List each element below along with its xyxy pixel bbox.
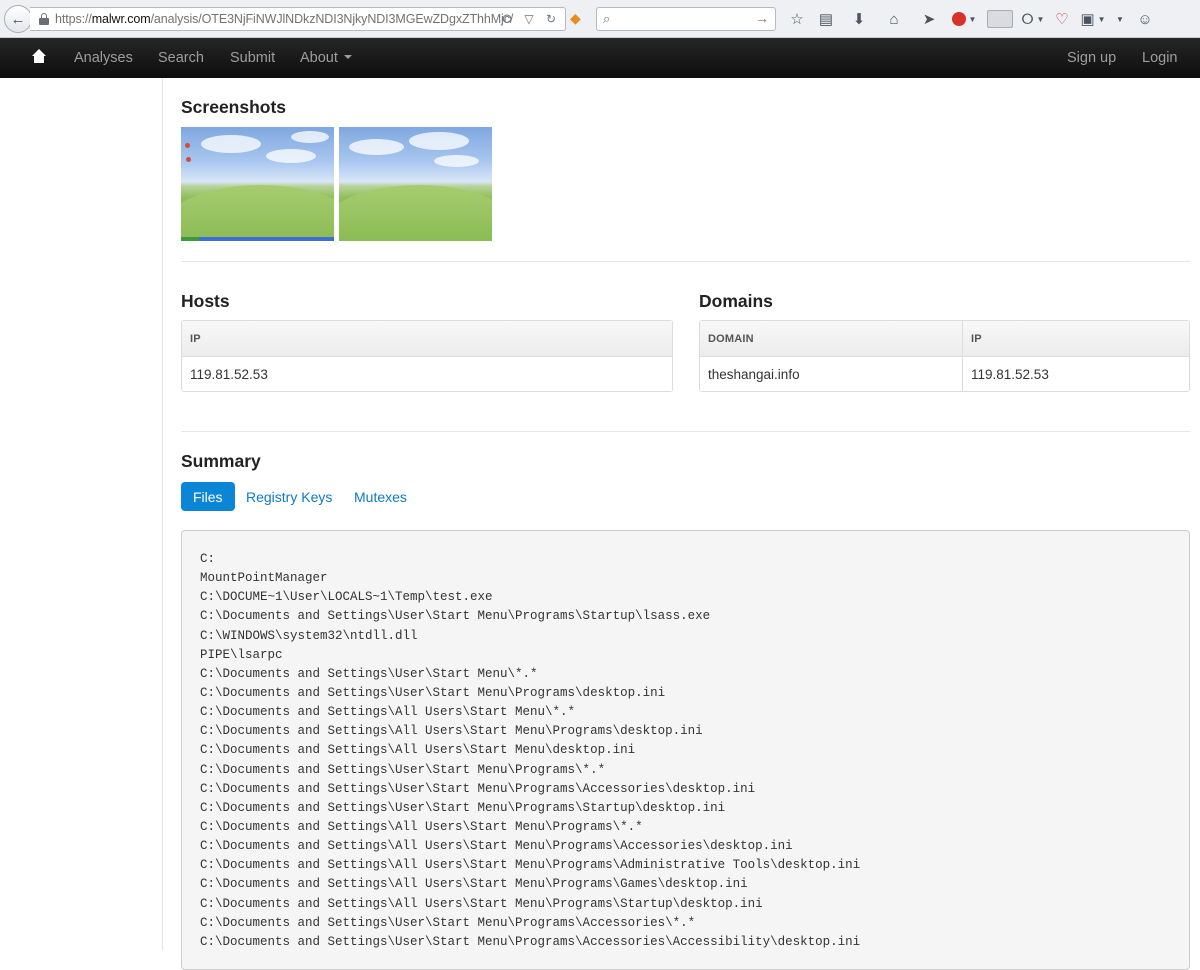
list-item: C:\DOCUME~1\User\LOCALS~1\Temp\test.exe — [200, 590, 493, 605]
section-divider — [181, 431, 1190, 432]
list-item: C:\Documents and Settings\User\Start Men… — [200, 915, 696, 930]
tab-registry-keys[interactable]: Registry Keys — [234, 482, 344, 511]
list-item: C:\Documents and Settings\All Users\Star… — [200, 743, 636, 758]
browser-toolbar: ← https://malwr.com/analysis/OTE3NjFiNWJ… — [0, 0, 1200, 38]
list-item: C:\Documents and Settings\All Users\Star… — [200, 858, 861, 873]
lock-icon — [39, 13, 49, 25]
nav-search[interactable]: Search — [158, 50, 204, 66]
list-item: C:\Documents and Settings\All Users\Star… — [200, 839, 793, 854]
hosts-heading: Hosts — [181, 291, 230, 311]
list-item: C:\Documents and Settings\User\Start Men… — [200, 762, 606, 777]
screenshot-icon[interactable]: ▣ ▼ — [1076, 8, 1110, 30]
list-item: C:\Documents and Settings\User\Start Men… — [200, 609, 711, 624]
hosts-table: IP 119.81.52.53 — [181, 320, 673, 392]
domain-name-cell: theshangai.info — [700, 357, 962, 391]
reading-list-icon[interactable]: ▤ — [810, 8, 842, 30]
table-row: theshangai.info 119.81.52.53 — [700, 357, 1189, 391]
summary-heading: Summary — [181, 451, 261, 471]
list-item: MountPointManager — [200, 571, 328, 586]
nav-about-label: About — [300, 50, 338, 66]
adblock-icon[interactable]: ▼ — [946, 8, 982, 30]
bookmark-star-icon[interactable]: ☆ — [784, 8, 810, 30]
hosts-ip-header: IP — [182, 321, 672, 357]
home-icon[interactable]: ⌂ — [876, 8, 912, 30]
heart-addon-icon[interactable]: ♡ — [1048, 8, 1076, 30]
tab-files[interactable]: Files — [181, 482, 235, 511]
chat-smiley-icon[interactable]: ☺ — [1130, 8, 1160, 30]
list-item: C:\Documents and Settings\All Users\Star… — [200, 896, 763, 911]
pocket-icon[interactable]: ⭘ — [499, 11, 515, 27]
screenshot-thumbnail[interactable] — [339, 127, 492, 241]
domains-domain-header: DOMAIN — [700, 321, 962, 357]
send-icon[interactable]: ➤ — [912, 8, 946, 30]
home-icon[interactable] — [30, 48, 48, 66]
addon-fox-icon[interactable]: ◆ — [570, 10, 588, 28]
dropdown-arrow-icon[interactable]: ▽ — [521, 11, 537, 27]
signup-link[interactable]: Sign up — [1067, 50, 1116, 66]
reload-icon[interactable]: ↻ — [543, 11, 559, 27]
domain-ip-cell: 119.81.52.53 — [962, 357, 1189, 391]
list-item: C:\Documents and Settings\User\Start Men… — [200, 781, 756, 796]
section-divider — [181, 261, 1190, 262]
login-link[interactable]: Login — [1142, 50, 1177, 66]
table-row: 119.81.52.53 — [182, 357, 672, 391]
nav-submit[interactable]: Submit — [230, 50, 275, 66]
host-ip-cell: 119.81.52.53 — [182, 357, 672, 391]
download-icon[interactable]: ⬇ — [842, 8, 876, 30]
domains-ip-header: IP — [962, 321, 1189, 357]
address-bar[interactable]: https://malwr.com/analysis/OTE3NjFiNWJlN… — [30, 7, 566, 31]
search-input[interactable]: ⌕ → — [596, 7, 776, 31]
list-item: PIPE\lsarpc — [200, 647, 283, 662]
list-item: C:\Documents and Settings\User\Start Men… — [200, 800, 726, 815]
sidebar-divider — [162, 78, 163, 950]
list-item: C:\Documents and Settings\User\Start Men… — [200, 934, 861, 949]
list-item: C: — [200, 552, 216, 566]
list-item: C:\Documents and Settings\All Users\Star… — [200, 705, 576, 720]
search-icon: ⌕ — [603, 11, 611, 26]
list-item: C:\Documents and Settings\All Users\Star… — [200, 819, 643, 834]
back-arrow-icon[interactable]: ← — [4, 5, 32, 33]
nav-analyses[interactable]: Analyses — [74, 50, 133, 66]
url-text: https://malwr.com/analysis/OTE3NjFiNWJlN… — [55, 12, 514, 26]
pocket-button-icon[interactable] — [982, 8, 1018, 30]
screenshot-thumbnail[interactable] — [181, 127, 334, 241]
screenshots-heading: Screenshots — [181, 97, 287, 117]
list-item: C:\Documents and Settings\All Users\Star… — [200, 877, 748, 892]
domains-table: DOMAIN IP theshangai.info 119.81.52.53 — [699, 320, 1190, 392]
site-navbar: Analyses Search Submit About Sign up Log… — [0, 38, 1200, 78]
tab-mutexes[interactable]: Mutexes — [342, 482, 419, 511]
caret-down-icon — [343, 55, 352, 59]
menu-more-icon[interactable]: ▼ — [1110, 8, 1130, 30]
files-list: C: MountPointManager C:\DOCUME~1\User\LO… — [181, 530, 1190, 970]
go-arrow-icon[interactable]: → — [755, 10, 769, 26]
pocket-save-icon[interactable]: ⭘ ▼ — [1018, 8, 1048, 30]
list-item: C:\Documents and Settings\User\Start Men… — [200, 666, 538, 681]
list-item: C:\Documents and Settings\User\Start Men… — [200, 685, 666, 700]
list-item: C:\WINDOWS\system32\ntdll.dll — [200, 628, 418, 643]
nav-about-dropdown[interactable]: About — [300, 50, 352, 66]
list-item: C:\Documents and Settings\All Users\Star… — [200, 724, 703, 739]
domains-heading: Domains — [699, 291, 773, 311]
